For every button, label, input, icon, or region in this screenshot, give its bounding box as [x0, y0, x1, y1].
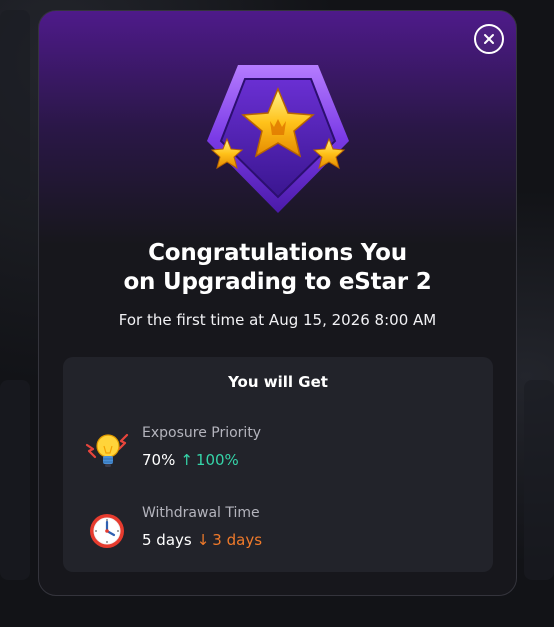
- new-value: 3 days: [212, 531, 263, 549]
- lightbulb-icon: [85, 433, 129, 467]
- benefit-withdrawal-time: Withdrawal Time 5 days ↓ 3 days: [83, 505, 473, 555]
- new-value: 100%: [195, 451, 239, 469]
- estar-badge-icon: [207, 65, 349, 213]
- benefit-label: Exposure Priority: [142, 425, 262, 441]
- benefits-heading: You will Get: [228, 373, 328, 391]
- background-card: [0, 10, 30, 200]
- upgrade-modal: Congratulations You on Upgrading to eSta…: [38, 10, 517, 596]
- close-icon: [484, 34, 494, 44]
- background-card: [524, 380, 554, 580]
- background-card: [0, 380, 30, 580]
- close-button[interactable]: [474, 24, 504, 54]
- benefits-panel: You will Get Exposure Priority 70% ↑ 100%: [63, 357, 493, 572]
- arrow-up-icon: ↑: [180, 451, 193, 469]
- benefit-exposure-priority: Exposure Priority 70% ↑ 100%: [83, 425, 473, 475]
- benefit-values: 70% ↑ 100%: [142, 451, 239, 469]
- upgrade-date-text: For the first time at Aug 15, 2026 8:00 …: [118, 311, 437, 329]
- modal-title: Congratulations You on Upgrading to eSta…: [39, 239, 516, 297]
- benefit-values: 5 days ↓ 3 days: [142, 531, 262, 549]
- old-value: 5 days: [142, 531, 192, 549]
- title-line-2: on Upgrading to eStar 2: [123, 269, 432, 295]
- alarm-clock-icon: [90, 514, 124, 548]
- title-line-1: Congratulations You: [148, 240, 407, 266]
- benefit-label: Withdrawal Time: [142, 505, 260, 521]
- arrow-down-icon: ↓: [196, 531, 210, 549]
- old-value: 70%: [142, 451, 176, 469]
